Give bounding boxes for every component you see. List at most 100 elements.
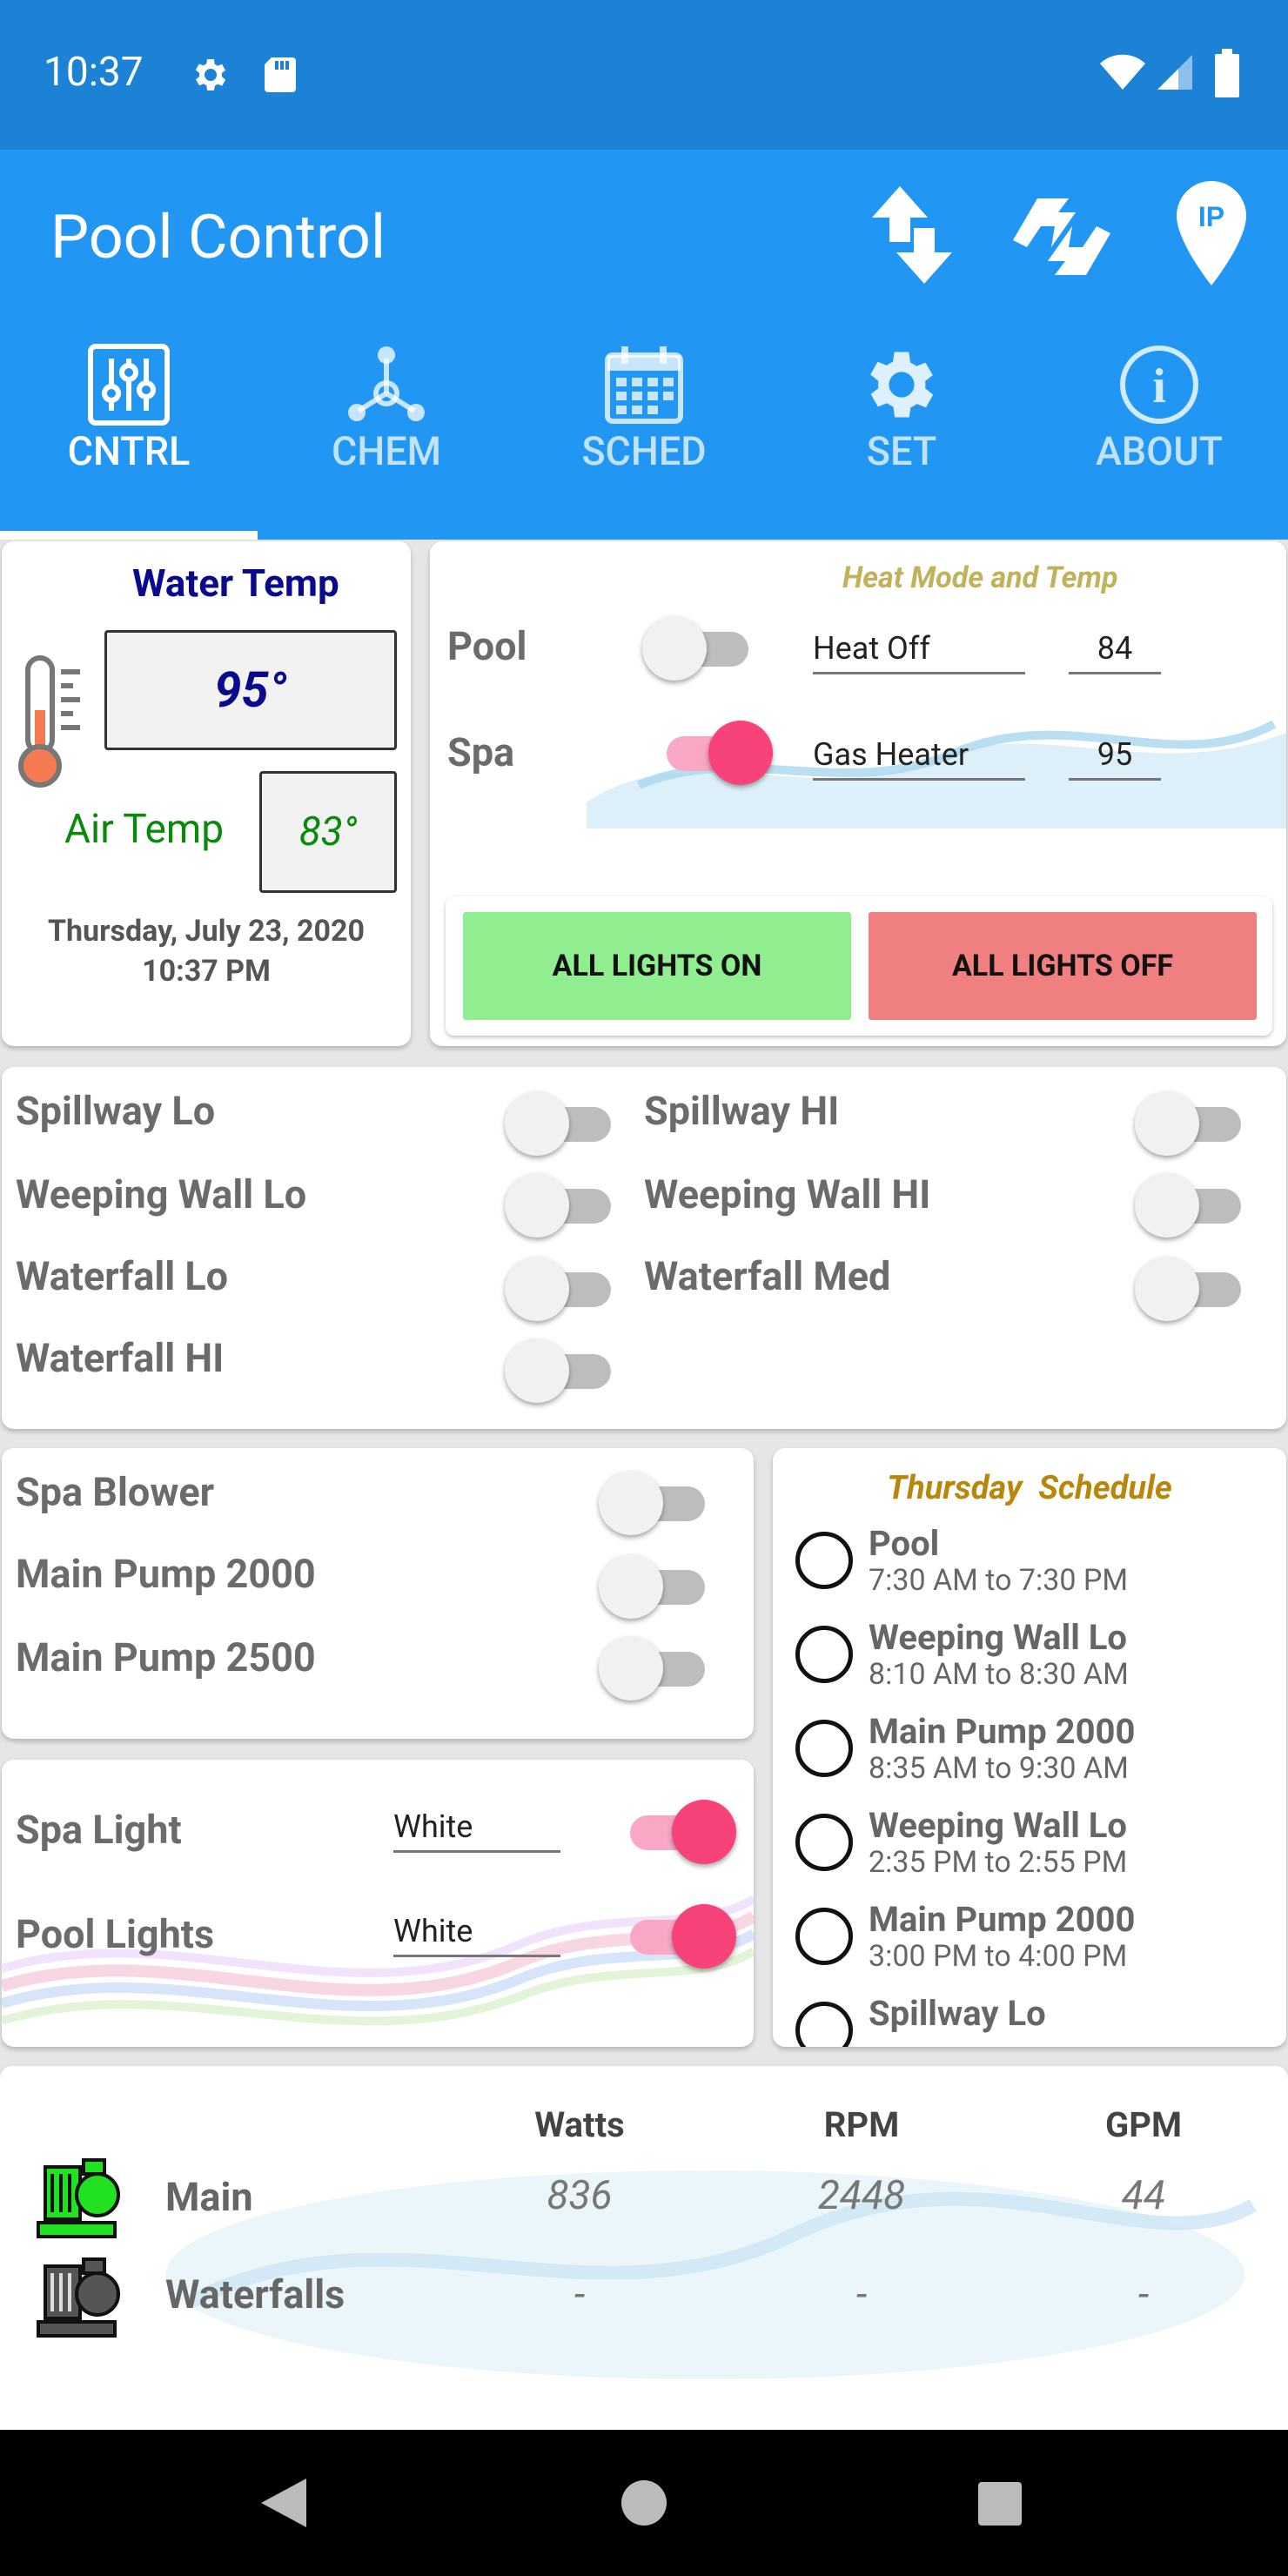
- main-pump-2000-label: Main Pump 2000: [16, 1551, 316, 1597]
- main-pump-2500-toggle[interactable]: [599, 1631, 712, 1701]
- spa-light-label: Spa Light: [16, 1807, 182, 1853]
- heat-title: Heat Mode and Temp: [842, 560, 1118, 595]
- rpm-header: RPM: [823, 2104, 900, 2145]
- pool-lights-color-select[interactable]: White: [393, 1913, 560, 1957]
- spa-setpoint-input[interactable]: 95: [1069, 736, 1161, 781]
- pool-heat-label: Pool: [447, 623, 527, 669]
- schedule-status-circle: [795, 1720, 853, 1777]
- spillway-hi-label: Spillway HI: [644, 1088, 840, 1134]
- calendar-icon: [605, 346, 683, 424]
- gpm-header: GPM: [1104, 2104, 1183, 2145]
- schedule-status-circle: [795, 1814, 853, 1871]
- svg-text:i: i: [1152, 359, 1166, 413]
- status-time: 10:37: [44, 49, 144, 96]
- temperature-card: Water Temp 95° Air Temp 83° Thursday, Ju…: [2, 541, 411, 1046]
- schedule-card: Thursday Schedule Pool 7:30 AM to 7:30 P…: [773, 1448, 1286, 2047]
- waterfall-lo-toggle[interactable]: [505, 1251, 618, 1321]
- sd-card-icon: [265, 57, 296, 92]
- main-pump-2000-toggle[interactable]: [599, 1549, 712, 1619]
- spa-heat-mode-select[interactable]: Gas Heater: [813, 736, 1025, 781]
- tab-about[interactable]: i ABOUT: [1030, 341, 1288, 540]
- air-temp-value: 83°: [299, 808, 358, 855]
- waterfall-lo-label: Waterfall Lo: [16, 1253, 229, 1299]
- pumps-card: Spa Blower Main Pump 2000 Main Pump 2500: [2, 1448, 754, 1739]
- transfer-arrows-icon[interactable]: [869, 186, 956, 284]
- tab-label: SCHED: [581, 428, 707, 474]
- waterfall-hi-label: Waterfall HI: [16, 1335, 225, 1381]
- weeping-wall-lo-label: Weeping Wall Lo: [16, 1171, 307, 1218]
- thermometer-icon: [18, 655, 80, 788]
- sliders-icon: [88, 344, 170, 426]
- ip-location-icon[interactable]: IP: [1177, 181, 1246, 285]
- weeping-wall-hi-label: Weeping Wall HI: [644, 1171, 931, 1218]
- schedule-status-circle: [795, 1532, 853, 1589]
- tab-label: SET: [866, 428, 937, 474]
- schedule-status-circle: [795, 2002, 853, 2047]
- schedule-item-time: 8:10 AM to 8:30 AM: [869, 1657, 1129, 1692]
- tab-label: CNTRL: [67, 428, 191, 474]
- spa-blower-label: Spa Blower: [16, 1469, 215, 1515]
- signal-icon: [1157, 55, 1192, 90]
- air-temp-box: 83°: [259, 771, 397, 893]
- schedule-item-time: 2:35 PM to 2:55 PM: [869, 1845, 1128, 1880]
- back-icon[interactable]: [258, 2475, 310, 2531]
- pool-heat-mode-select[interactable]: Heat Off: [813, 630, 1025, 674]
- lights-button-group: ALL LIGHTS ON ALL LIGHTS OFF: [446, 896, 1272, 1036]
- lights-card: Spa Light White Pool Lights White: [2, 1760, 754, 2047]
- pool-heat-toggle[interactable]: [642, 611, 755, 681]
- schedule-item-time: 8:35 AM to 9:30 AM: [869, 1751, 1129, 1786]
- wifi-icon: [1100, 54, 1145, 90]
- spillway-hi-toggle[interactable]: [1135, 1086, 1248, 1156]
- status-bar: 10:37: [0, 0, 1288, 150]
- water-temp-box: 95°: [104, 630, 397, 750]
- spillway-lo-toggle[interactable]: [505, 1086, 618, 1156]
- schedule-status-circle: [795, 1908, 853, 1965]
- info-icon: i: [1120, 345, 1198, 424]
- svg-text:IP: IP: [1198, 201, 1224, 232]
- all-lights-on-button[interactable]: ALL LIGHTS ON: [463, 912, 851, 1020]
- gear-icon: [870, 352, 934, 418]
- spa-heat-label: Spa: [447, 729, 515, 775]
- tab-set[interactable]: SET: [773, 341, 1030, 540]
- schedule-status-circle: [795, 1626, 853, 1683]
- main-pump-2500-label: Main Pump 2500: [16, 1634, 316, 1680]
- heat-card: Heat Mode and Temp Pool Heat Off 84 Spa …: [430, 541, 1286, 1046]
- waterfall-hi-toggle[interactable]: [505, 1333, 618, 1403]
- main-pump-name: Main: [165, 2174, 253, 2220]
- pool-setpoint-input[interactable]: 84: [1069, 630, 1161, 674]
- pump-stats-card: Watts RPM GPM Main 836 2448 44 Waterfall…: [0, 2066, 1288, 2430]
- molecule-icon: [348, 346, 425, 421]
- spa-light-toggle[interactable]: [623, 1794, 736, 1864]
- features-card: Spillway Lo Weeping Wall Lo Waterfall Lo…: [2, 1067, 1286, 1429]
- spa-heat-toggle[interactable]: [660, 715, 773, 785]
- tab-sched[interactable]: SCHED: [515, 341, 773, 540]
- main-pump-icon: [37, 2158, 120, 2238]
- tab-cntrl[interactable]: CNTRL: [0, 341, 258, 540]
- schedule-item-name: Pool: [869, 1523, 940, 1564]
- waterfall-med-toggle[interactable]: [1135, 1251, 1248, 1321]
- schedule-item-name: Main Pump 2000: [869, 1711, 1136, 1752]
- waterfalls-pump-icon: [37, 2257, 120, 2338]
- water-temp-title: Water Temp: [132, 560, 339, 606]
- home-icon[interactable]: [620, 2479, 668, 2527]
- spa-blower-toggle[interactable]: [599, 1466, 712, 1535]
- waterfalls-rpm-value: -: [855, 2271, 868, 2318]
- main-watts-value: 836: [547, 2172, 613, 2219]
- recents-icon[interactable]: [976, 2480, 1023, 2527]
- water-temp-value: 95°: [214, 661, 287, 719]
- current-date: Thursday, July 23, 2020: [47, 914, 366, 949]
- sync-icon[interactable]: [1010, 188, 1114, 285]
- main-rpm-value: 2448: [817, 2172, 906, 2219]
- pool-lights-label: Pool Lights: [16, 1911, 215, 1957]
- weeping-wall-lo-toggle[interactable]: [505, 1168, 618, 1238]
- spa-light-color-select[interactable]: White: [393, 1808, 560, 1853]
- waterfalls-gpm-value: -: [1137, 2271, 1150, 2318]
- schedule-item-time: 7:30 AM to 7:30 PM: [869, 1563, 1129, 1598]
- pool-lights-toggle[interactable]: [623, 1899, 736, 1969]
- app-bar: Pool Control IP CNTRL CHEM SCHED SET i A…: [0, 150, 1288, 540]
- spillway-lo-label: Spillway Lo: [16, 1088, 216, 1134]
- all-lights-off-button[interactable]: ALL LIGHTS OFF: [869, 912, 1257, 1020]
- tab-chem[interactable]: CHEM: [258, 341, 515, 540]
- weeping-wall-hi-toggle[interactable]: [1135, 1168, 1248, 1238]
- current-time: 10:37 PM: [142, 954, 271, 989]
